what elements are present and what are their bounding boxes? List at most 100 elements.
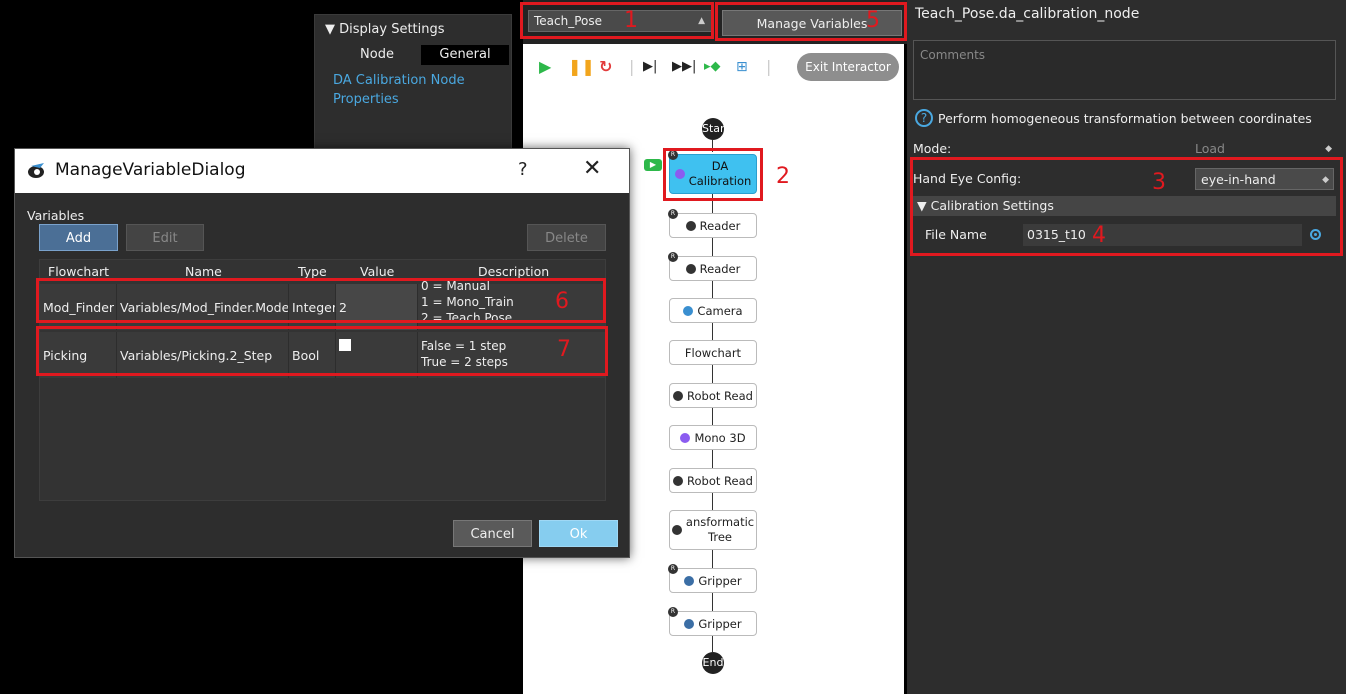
calibration-settings-header[interactable]: ▼ Calibration Settings [913, 196, 1336, 216]
cell-value[interactable]: 2 [336, 284, 418, 330]
cell-description: 0 = Manual 1 = Mono_Train 2 = Teach Pose… [418, 276, 605, 330]
node-link-icon[interactable]: ⊞ [736, 58, 748, 76]
updown-arrow-icon: ▲ [698, 16, 705, 26]
flow-node-transformation-tree[interactable]: ansformatic Tree [669, 510, 757, 550]
add-variable-button[interactable]: Add [39, 224, 118, 251]
start-node[interactable]: Start [702, 118, 724, 140]
flow-node-robot-read[interactable]: Robot Read [669, 383, 757, 408]
hand-eye-row: Hand Eye Config: eye-in-hand ◆ [913, 168, 1336, 190]
connector-line [712, 493, 713, 510]
display-settings-tabs: Node General [333, 45, 509, 65]
connector-line [712, 636, 713, 652]
collapse-triangle-icon: ▼ [325, 22, 335, 37]
flow-node-mono-3d[interactable]: Mono 3D [669, 425, 757, 450]
column-header-name[interactable]: Name [185, 264, 222, 279]
end-node[interactable]: End [702, 652, 724, 674]
node-label: Gripper [698, 573, 742, 588]
help-text: Perform homogeneous transformation betwe… [938, 110, 1312, 126]
node-label: Robot Read [687, 388, 753, 403]
camera-node-icon [683, 305, 694, 316]
annotation-number-2: 2 [776, 164, 790, 189]
dialog-help-button[interactable]: ? [518, 159, 528, 180]
node-badge-icon: R [668, 607, 678, 617]
ok-button[interactable]: Ok [539, 520, 618, 547]
pause-icon[interactable]: ❚❚ [568, 58, 595, 76]
run-to-node-icon[interactable]: ▸◆ [704, 58, 721, 76]
tab-general[interactable]: General [421, 45, 509, 65]
robot-node-icon [673, 475, 684, 486]
flow-node-robot-read-2[interactable]: Robot Read [669, 468, 757, 493]
delete-variable-button[interactable]: Delete [527, 224, 606, 251]
comments-field[interactable]: Comments [913, 40, 1336, 100]
column-header-flowchart[interactable]: Flowchart [48, 264, 109, 279]
target-icon[interactable] [1310, 229, 1321, 240]
connector-line [712, 194, 713, 213]
hand-eye-label: Hand Eye Config: [913, 171, 1022, 186]
flow-node-camera[interactable]: Camera [669, 298, 757, 323]
cell-value [336, 332, 418, 378]
connector-line [712, 408, 713, 425]
display-settings-panel: ▼ Display Settings Node General DA Calib… [314, 14, 512, 154]
cell-description: False = 1 step True = 2 steps [418, 332, 605, 378]
toolbar-divider: | [629, 57, 635, 76]
node-properties-link[interactable]: DA Calibration Node Properties [333, 71, 503, 109]
flow-node-reader-2[interactable]: R Reader [668, 252, 757, 281]
column-header-value[interactable]: Value [360, 264, 394, 279]
file-name-input[interactable]: 0315_t10 [1023, 224, 1302, 246]
edit-variable-button[interactable]: Edit [126, 224, 204, 251]
updown-arrow-icon: ◆ [1325, 144, 1332, 154]
node-label: Reader [699, 261, 741, 276]
gripper-node-icon [684, 618, 695, 629]
cell-flowchart: Mod_Finder [40, 284, 117, 330]
close-icon[interactable]: ✕ [583, 156, 601, 181]
flowchart-select-value: Teach_Pose [534, 14, 603, 28]
hand-eye-value: eye-in-hand [1201, 172, 1276, 187]
hand-eye-select[interactable]: eye-in-hand ◆ [1195, 168, 1334, 190]
connector-line [712, 323, 713, 340]
fast-forward-icon[interactable]: ▶▶| [672, 58, 696, 76]
step-icon[interactable]: ▶| [643, 58, 657, 76]
reader-node-icon [685, 263, 696, 274]
eye-logo-icon [28, 163, 44, 178]
mono3d-node-icon [680, 432, 691, 443]
annotation-number-7: 7 [557, 337, 571, 362]
cell-type: Integer [289, 284, 336, 330]
play-icon[interactable]: ▶ [539, 58, 551, 76]
annotation-number-6: 6 [555, 289, 569, 314]
dialog-titlebar[interactable]: ManageVariableDialog ? ✕ [15, 149, 629, 193]
annotation-number-3: 3 [1152, 170, 1166, 195]
flow-node-da-calibration[interactable]: R DA Calibration [668, 150, 757, 194]
value-checkbox[interactable] [339, 339, 351, 351]
flowchart-select[interactable]: Teach_Pose ▲ [528, 10, 712, 32]
flow-node-flowchart[interactable]: Flowchart [669, 340, 757, 365]
updown-arrow-icon: ◆ [1322, 175, 1329, 185]
display-settings-header[interactable]: ▼ Display Settings [325, 22, 445, 37]
calibration-settings-title: Calibration Settings [930, 198, 1054, 213]
connector-line [712, 281, 713, 298]
flow-node-reader[interactable]: R Reader [668, 209, 757, 238]
node-label: Reader [699, 218, 741, 233]
exit-interactor-button[interactable]: Exit Interactor [797, 53, 899, 81]
restart-icon[interactable]: ↻ [599, 58, 612, 76]
connector-line [712, 550, 713, 568]
column-header-type[interactable]: Type [298, 264, 327, 279]
file-name-label: File Name [925, 227, 987, 242]
node-label: Mono 3D [694, 430, 746, 445]
cancel-button[interactable]: Cancel [453, 520, 532, 547]
flow-node-gripper-2[interactable]: R Gripper [668, 607, 757, 636]
manage-variable-dialog: ManageVariableDialog ? ✕ Variables Add E… [14, 148, 630, 558]
flow-node-gripper[interactable]: R Gripper [668, 564, 757, 593]
table-row[interactable]: Mod_Finder Variables/Mod_Finder.Mode Int… [40, 279, 605, 330]
table-row[interactable]: Picking Variables/Picking.2_Step Bool Fa… [40, 332, 605, 378]
tab-node[interactable]: Node [333, 45, 421, 65]
help-icon[interactable]: ? [915, 109, 933, 127]
current-node-play-icon: ▶ [644, 159, 662, 171]
node-properties-panel: Teach_Pose.da_calibration_node Comments … [907, 0, 1346, 694]
node-badge-icon: R [668, 252, 678, 262]
toolbar-divider: | [766, 57, 772, 76]
mode-select[interactable]: Load [1195, 138, 1225, 160]
annotation-number-4: 4 [1092, 223, 1106, 248]
annotation-number-5: 5 [866, 8, 880, 33]
mode-label: Mode: [913, 141, 952, 156]
node-label: ansformatic Tree [685, 515, 755, 544]
